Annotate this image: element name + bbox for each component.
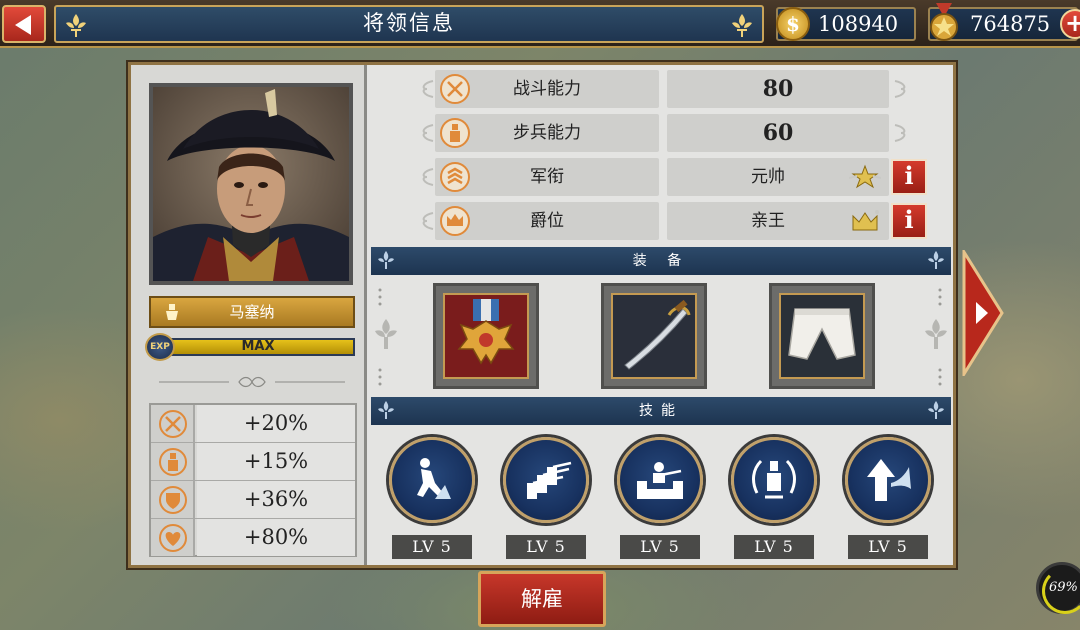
add-medals-button[interactable]: +	[1060, 9, 1080, 39]
crossed-swords-icon	[440, 74, 470, 104]
infantry-icon	[440, 118, 470, 148]
back-button[interactable]	[2, 5, 46, 43]
general-info-panel: 马塞纳 MAX EXP +20% +15% +36% +80% 战斗能力 80 …	[128, 62, 956, 568]
skill-charge[interactable]: LV 5	[389, 437, 475, 559]
general-stats: 战斗能力 80 步兵能力 60 军衔 元帅 i 爵位 亲王 i	[371, 67, 951, 247]
fps-value: 69%	[1049, 580, 1078, 595]
skills-header: 技能	[371, 397, 951, 425]
rank-info-button[interactable]: i	[891, 159, 927, 195]
chevron-rank-icon	[440, 162, 470, 192]
stat-row-title: 爵位 亲王 i	[371, 199, 951, 243]
medal-icon	[445, 295, 527, 377]
guard-icon	[752, 459, 796, 499]
stat-value: 80	[667, 70, 889, 108]
heart-icon	[159, 524, 187, 552]
fleur-de-lis-icon	[375, 319, 397, 349]
skills-title: 技能	[639, 403, 683, 419]
crown-badge-icon	[852, 210, 879, 231]
coin-value: 108940	[818, 12, 899, 36]
sabre-icon	[613, 295, 695, 377]
bugle-icon	[867, 459, 911, 501]
stat-row-infantry: 步兵能力 60	[371, 111, 951, 155]
ornament-divider	[159, 376, 345, 388]
general-portrait	[149, 83, 353, 285]
crown-icon	[440, 206, 470, 236]
equipment-title: 装 备	[632, 253, 690, 269]
marshal-stars-icon	[849, 164, 881, 189]
exp-text: MAX	[241, 339, 275, 354]
general-name: 马塞纳	[229, 303, 275, 321]
bonus-table: +20% +15% +36% +80%	[149, 403, 357, 557]
flourish-icon	[894, 80, 906, 98]
skill-entrench[interactable]: LV 5	[617, 437, 703, 559]
flourish-icon	[422, 212, 434, 230]
flourish-icon	[422, 168, 434, 186]
fleur-de-lis-icon	[928, 401, 944, 419]
stat-value: 60	[667, 114, 889, 152]
bonus-row-health: +80%	[151, 519, 355, 557]
exp-badge: EXP	[145, 333, 175, 361]
fps-gauge: 69%	[1036, 562, 1080, 614]
bonus-value: +80%	[197, 519, 355, 556]
trousers-icon	[781, 295, 863, 377]
skill-level: LV 5	[620, 535, 700, 559]
shield-icon	[159, 486, 187, 514]
fleur-de-lis-icon	[378, 401, 394, 419]
title-info-button[interactable]: i	[891, 203, 927, 239]
title-plate: 将领信息	[54, 5, 764, 43]
stat-row-combat: 战斗能力 80	[371, 67, 951, 111]
flourish-icon	[422, 124, 434, 142]
volley-icon	[527, 461, 572, 499]
skill-volley[interactable]: LV 5	[503, 437, 589, 559]
bonus-value: +15%	[197, 443, 355, 480]
stat-row-rank: 军衔 元帅 i	[371, 155, 951, 199]
skill-level: LV 5	[734, 535, 814, 559]
equipment-slot-medal[interactable]	[433, 283, 539, 389]
flourish-icon	[422, 80, 434, 98]
infantry-icon	[159, 448, 187, 476]
skills-area: LV 5 LV 5 LV 5 LV 5 LV 5	[371, 427, 951, 565]
skill-guard[interactable]: LV 5	[731, 437, 817, 559]
crossed-swords-icon	[159, 410, 187, 438]
general-profile: 马塞纳 MAX EXP +20% +15% +36% +80%	[131, 65, 367, 565]
dotted-divider	[938, 288, 942, 386]
flourish-icon	[894, 124, 906, 142]
bonus-value: +36%	[197, 481, 355, 518]
fleur-de-lis-icon	[928, 251, 944, 269]
fleur-de-lis-icon	[62, 11, 90, 39]
page-title: 将领信息	[363, 11, 455, 35]
skill-level: LV 5	[848, 535, 928, 559]
bonus-value: +20%	[197, 405, 355, 442]
medal-icon	[926, 3, 962, 43]
charge-icon	[417, 458, 451, 499]
bonus-row-defense: +36%	[151, 481, 355, 519]
next-general-button[interactable]	[962, 250, 1006, 376]
equipment-slot-trousers[interactable]	[769, 283, 875, 389]
medal-counter: 764875 +	[928, 3, 1080, 41]
equipment-slot-sabre[interactable]	[601, 283, 707, 389]
exp-progress-bar: MAX	[161, 338, 355, 356]
skill-level: LV 5	[392, 535, 472, 559]
coin-icon: $	[776, 7, 810, 41]
entrench-icon	[637, 462, 683, 499]
equipment-header: 装 备	[371, 247, 951, 275]
general-name-plate: 马塞纳	[149, 296, 355, 328]
top-bar: 将领信息 $ 108940 764875 +	[0, 0, 1080, 48]
medal-value: 764875	[970, 12, 1051, 36]
bonus-row-attack: +20%	[151, 405, 355, 443]
coin-counter: $ 108940	[776, 7, 916, 41]
fleur-de-lis-icon	[925, 319, 947, 349]
rank-badge-icon	[166, 304, 178, 320]
bonus-row-infantry: +15%	[151, 443, 355, 481]
fleur-de-lis-icon	[728, 11, 756, 39]
skill-level: LV 5	[506, 535, 586, 559]
equipment-area	[371, 277, 951, 397]
fleur-de-lis-icon	[378, 251, 394, 269]
skill-bugle[interactable]: LV 5	[845, 437, 931, 559]
dismiss-general-button[interactable]: 解雇	[478, 571, 606, 627]
